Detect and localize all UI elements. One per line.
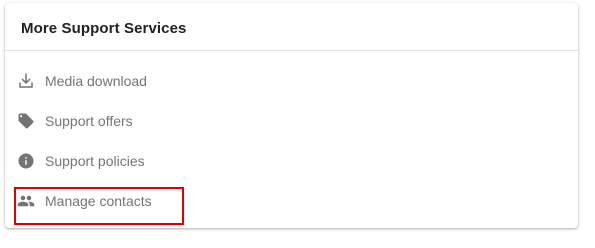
menu-item-label: Manage contacts	[45, 193, 152, 209]
people-icon	[16, 191, 36, 211]
menu-item-label: Support offers	[45, 113, 133, 129]
download-icon	[16, 71, 36, 91]
menu-item-label: Media download	[45, 73, 147, 89]
tag-icon	[16, 111, 36, 131]
info-icon	[16, 151, 36, 171]
card-title: More Support Services	[21, 19, 187, 37]
card-header: More Support Services	[5, 3, 578, 51]
menu-item-label: Support policies	[45, 153, 145, 169]
